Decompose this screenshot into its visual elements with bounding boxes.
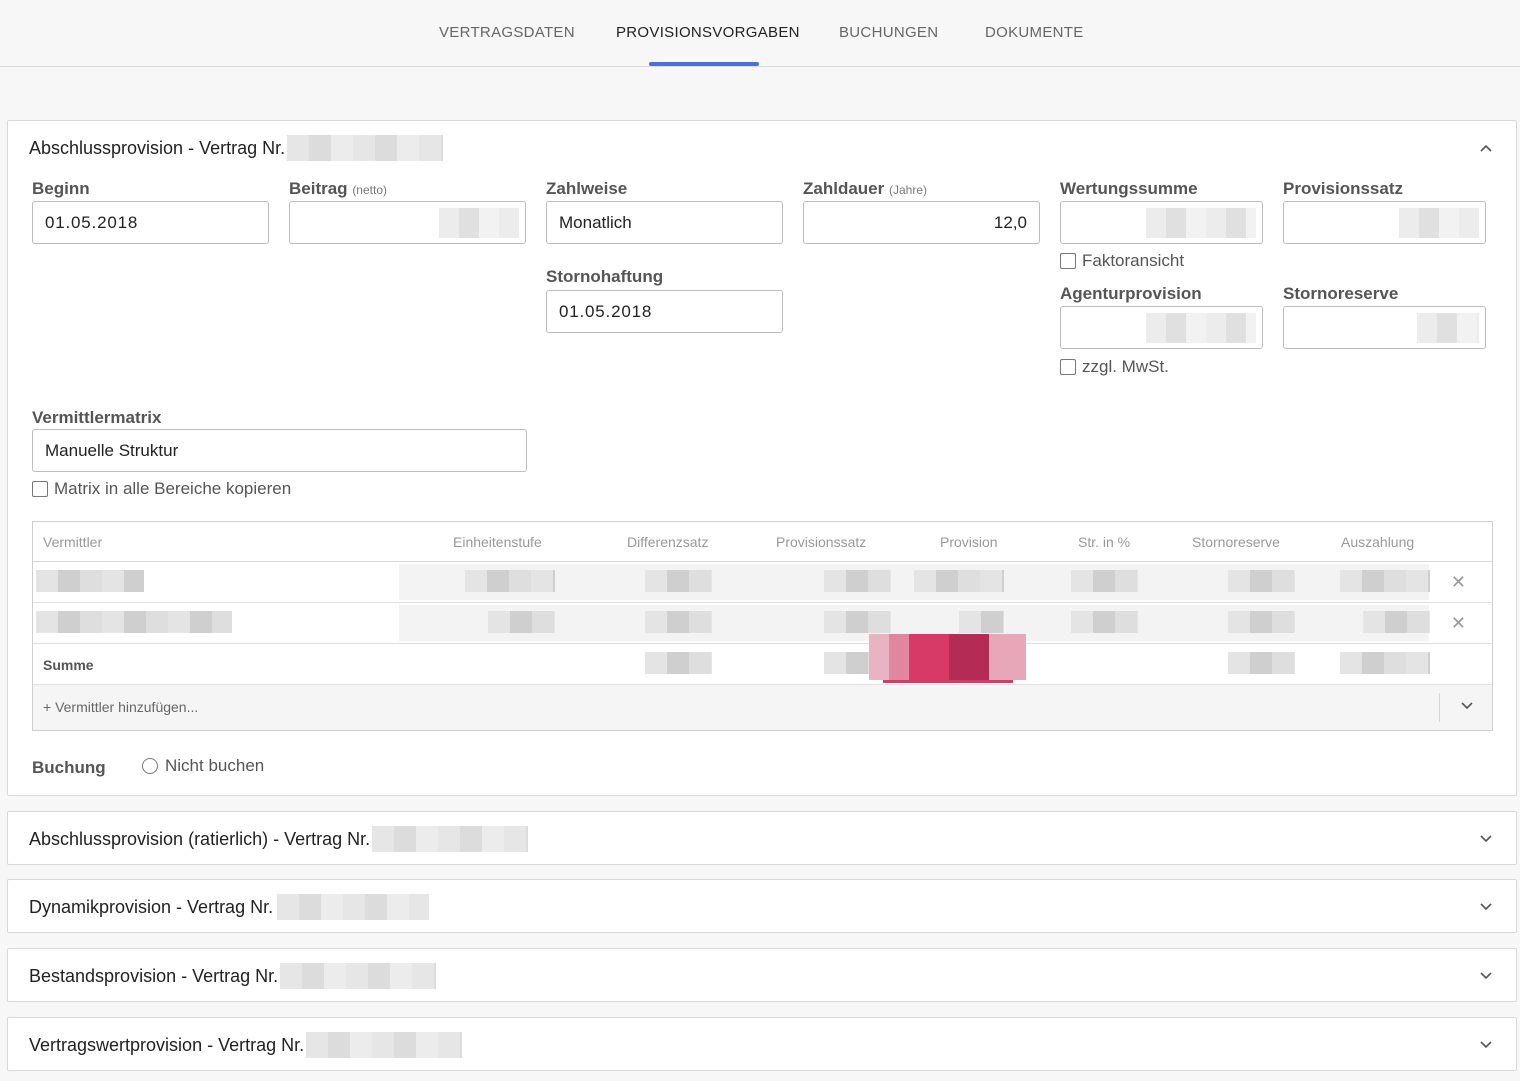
panel-title: Vertragswertprovision - Vertrag Nr.: [29, 1034, 305, 1055]
agenturprovision-input[interactable]: [1060, 306, 1263, 349]
chevron-down-icon[interactable]: [1478, 969, 1494, 985]
label-beginn: Beginn: [32, 179, 90, 198]
th-stornoreserve: Stornoreserve: [1192, 534, 1280, 550]
chevron-down-icon[interactable]: [1460, 699, 1474, 718]
panel-title: Bestandsprovision - Vertrag Nr.: [29, 965, 279, 986]
add-vermittler-input[interactable]: + Vermittler hinzufügen...: [43, 699, 198, 715]
label-beitrag: Beitrag (netto): [289, 179, 387, 198]
label-buchung: Buchung: [32, 758, 106, 777]
vermittler-table: Vermittler Einheitenstufe Differenzsatz …: [32, 521, 1493, 731]
panel-dynamikprovision[interactable]: Dynamikprovision - Vertrag Nr.: [7, 879, 1517, 933]
th-einheitenstufe: Einheitenstufe: [453, 534, 542, 550]
beitrag-input[interactable]: [289, 201, 526, 244]
contract-number-redacted: [287, 135, 444, 161]
wertungssumme-input[interactable]: [1060, 201, 1263, 244]
zahldauer-input[interactable]: 12,0: [803, 201, 1040, 244]
provisionssatz-input[interactable]: [1283, 201, 1486, 244]
label-stornohaftung: Stornohaftung: [546, 267, 664, 286]
active-tab-indicator: [649, 62, 759, 66]
contract-number-redacted: [280, 963, 437, 989]
panel-vertragswertprovision[interactable]: Vertragswertprovision - Vertrag Nr.: [7, 1017, 1517, 1071]
table-sum-row: Summe: [33, 634, 1492, 685]
nicht-buchen-radio[interactable]: Nicht buchen: [142, 756, 264, 776]
chevron-down-icon[interactable]: [1478, 832, 1494, 848]
remove-row-icon[interactable]: ✕: [1451, 613, 1466, 634]
highlight-underline: [883, 680, 1013, 683]
contract-number-redacted: [306, 1032, 463, 1058]
table-header: Vermittler Einheitenstufe Differenzsatz …: [33, 522, 1492, 562]
label-vermittlermatrix: Vermittlermatrix: [32, 408, 162, 427]
tab-provisionsvorgaben[interactable]: PROVISIONSVORGABEN: [616, 24, 800, 41]
table-row[interactable]: ✕: [33, 603, 1492, 644]
th-provisionssatz: Provisionssatz: [776, 534, 867, 550]
panel-header[interactable]: Abschlussprovision - Vertrag Nr.: [29, 135, 444, 161]
sum-label: Summe: [43, 657, 94, 673]
remove-row-icon[interactable]: ✕: [1451, 572, 1466, 593]
beginn-input[interactable]: 01.05.2018: [32, 201, 269, 244]
th-differenzsatz: Differenzsatz: [627, 534, 709, 550]
vermittler-name-redacted: [36, 611, 232, 633]
contract-number-redacted: [277, 894, 430, 920]
label-zahlweise: Zahlweise: [546, 179, 628, 198]
radio-icon: [142, 758, 158, 774]
checkbox-icon: [32, 481, 48, 497]
add-vermittler-row[interactable]: + Vermittler hinzufügen...: [33, 685, 1492, 730]
panel-title: Dynamikprovision - Vertrag Nr.: [29, 896, 274, 917]
panel-bestandsprovision[interactable]: Bestandsprovision - Vertrag Nr.: [7, 948, 1517, 1002]
panel-abschlussprovision: Abschlussprovision - Vertrag Nr. Beginn …: [7, 120, 1517, 796]
matrix-copy-checkbox[interactable]: Matrix in alle Bereiche kopieren: [32, 479, 291, 499]
label-zahldauer: Zahldauer (Jahre): [803, 179, 927, 198]
stornoreserve-input[interactable]: [1283, 306, 1486, 349]
stornohaftung-input[interactable]: 01.05.2018: [546, 290, 783, 333]
vermittler-name-redacted: [36, 570, 144, 592]
th-provision: Provision: [940, 534, 998, 550]
vermittlermatrix-select[interactable]: Manuelle Struktur: [32, 429, 527, 472]
chevron-down-icon[interactable]: [1478, 900, 1494, 916]
tab-vertragsdaten[interactable]: VERTRAGSDATEN: [439, 24, 575, 41]
th-str-prozent: Str. in %: [1078, 534, 1131, 550]
label-provisionssatz: Provisionssatz: [1283, 179, 1403, 198]
table-row[interactable]: ✕: [33, 562, 1492, 603]
panel-abschlussprovision-ratierlich[interactable]: Abschlussprovision (ratierlich) - Vertra…: [7, 811, 1517, 865]
label-wertungssumme: Wertungssumme: [1060, 179, 1198, 198]
zahlweise-select[interactable]: Monatlich: [546, 201, 783, 244]
faktoransicht-checkbox[interactable]: Faktoransicht: [1060, 251, 1184, 271]
provision-sum-highlight: [869, 634, 1026, 680]
th-auszahlung: Auszahlung: [1341, 534, 1415, 550]
tab-dokumente[interactable]: DOKUMENTE: [985, 24, 1084, 41]
panel-title: Abschlussprovision - Vertrag Nr.: [29, 137, 286, 158]
mwst-checkbox[interactable]: zzgl. MwSt.: [1060, 357, 1169, 377]
checkbox-icon: [1060, 253, 1076, 269]
chevron-up-icon[interactable]: [1478, 141, 1494, 157]
tab-bar: VERTRAGSDATEN PROVISIONSVORGABEN BUCHUNG…: [0, 0, 1520, 67]
checkbox-icon: [1060, 359, 1076, 375]
contract-number-redacted: [372, 826, 529, 852]
th-vermittler: Vermittler: [43, 534, 103, 550]
label-agenturprovision: Agenturprovision: [1060, 284, 1202, 303]
tab-buchungen[interactable]: BUCHUNGEN: [839, 24, 938, 41]
chevron-down-icon[interactable]: [1478, 1038, 1494, 1054]
panel-title: Abschlussprovision (ratierlich) - Vertra…: [29, 828, 371, 849]
label-stornoreserve: Stornoreserve: [1283, 284, 1399, 303]
